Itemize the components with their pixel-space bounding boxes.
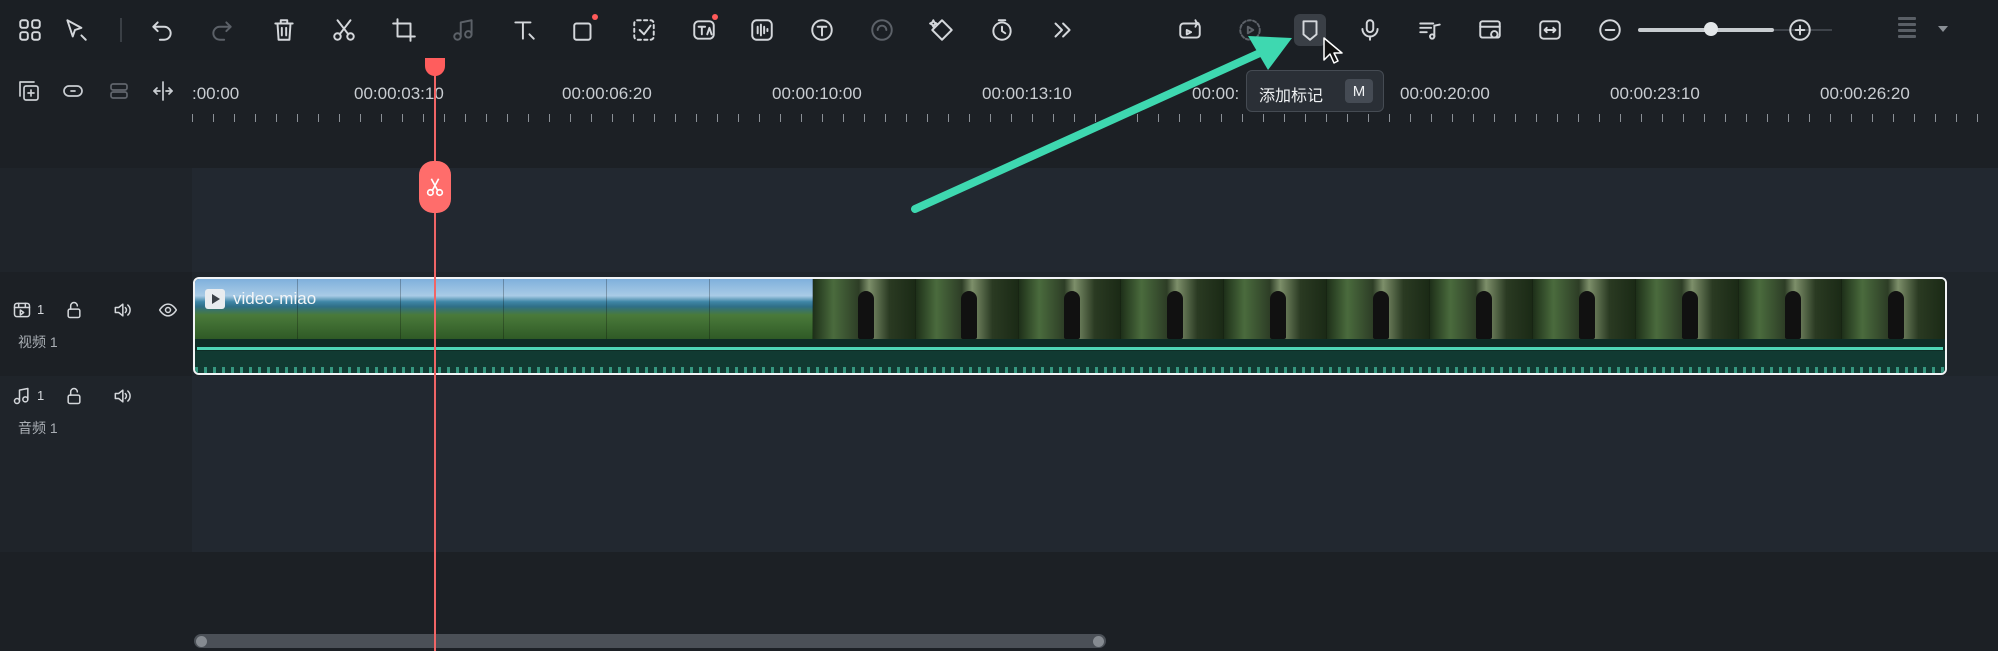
audio-mixer-icon[interactable] bbox=[1414, 14, 1446, 46]
video-track-number: 1 bbox=[37, 302, 45, 317]
grid-icon[interactable] bbox=[14, 14, 46, 46]
timer-icon[interactable] bbox=[986, 14, 1018, 46]
marker-tooltip: 添加标记 M bbox=[1246, 70, 1384, 112]
audio-wave-icon[interactable] bbox=[746, 14, 778, 46]
volume-icon[interactable] bbox=[110, 298, 134, 322]
clip-volume-line[interactable] bbox=[197, 347, 1943, 350]
audio-track-label: 音频 1 bbox=[18, 420, 58, 436]
text-convert-icon[interactable] bbox=[806, 14, 838, 46]
empty-track-header bbox=[0, 168, 192, 272]
audio-track-area[interactable] bbox=[192, 376, 1998, 552]
new-feature-dot bbox=[592, 14, 598, 20]
split-button[interactable] bbox=[419, 161, 451, 213]
eye-icon[interactable] bbox=[156, 298, 180, 322]
preview-quality-icon[interactable] bbox=[1474, 14, 1506, 46]
mouse-cursor-icon bbox=[1323, 37, 1343, 64]
snap-icon[interactable] bbox=[148, 76, 178, 106]
chevron-down-icon[interactable] bbox=[1938, 26, 1948, 32]
timecode-label: 00:00:10:00 bbox=[772, 84, 862, 103]
shape-icon[interactable] bbox=[568, 14, 600, 46]
redo-icon[interactable] bbox=[206, 14, 238, 46]
render-preview-icon[interactable] bbox=[1234, 14, 1266, 46]
layout-grip-icon[interactable] bbox=[1896, 14, 1918, 48]
scissors-icon bbox=[426, 178, 444, 197]
select-tool-icon[interactable] bbox=[60, 14, 92, 46]
timeline-toolbar bbox=[0, 0, 1998, 60]
timecode-label: 00:00:06:20 bbox=[562, 84, 652, 103]
ruler-ticks bbox=[192, 108, 1998, 122]
tooltip-label: 添加标记 bbox=[1259, 88, 1324, 105]
mask-icon[interactable] bbox=[628, 14, 660, 46]
zoom-in-icon[interactable] bbox=[1784, 14, 1816, 46]
group-icon[interactable] bbox=[104, 76, 134, 106]
cut-icon[interactable] bbox=[328, 14, 360, 46]
empty-track-area[interactable] bbox=[192, 168, 1998, 272]
more-icon[interactable] bbox=[1046, 14, 1078, 46]
scrollbar-right-handle[interactable] bbox=[1093, 636, 1104, 647]
timecode-label: :00:00 bbox=[192, 84, 240, 103]
lock-icon[interactable] bbox=[62, 298, 86, 322]
volume-icon[interactable] bbox=[110, 384, 134, 408]
scrollbar-left-handle[interactable] bbox=[196, 636, 207, 647]
ai-text-icon[interactable] bbox=[688, 14, 720, 46]
text-icon[interactable] bbox=[508, 14, 540, 46]
toolbar-divider bbox=[120, 18, 122, 42]
playhead[interactable] bbox=[434, 64, 436, 651]
music-note-icon bbox=[10, 384, 34, 408]
video-clip[interactable]: video-miao bbox=[193, 277, 1947, 375]
play-icon bbox=[205, 289, 225, 309]
delete-icon[interactable] bbox=[268, 14, 300, 46]
ai-video-icon[interactable] bbox=[1174, 14, 1206, 46]
clip-audio-waveform bbox=[195, 351, 1945, 373]
audio-track-number: 1 bbox=[37, 388, 45, 403]
clip-title: video-miao bbox=[205, 289, 316, 309]
keyframe-icon[interactable] bbox=[926, 14, 958, 46]
zoom-out-icon[interactable] bbox=[1594, 14, 1626, 46]
timecode-label: 00:00: bbox=[1192, 84, 1240, 103]
video-track-label: 视频 1 bbox=[18, 334, 58, 350]
timeline-scrollbar[interactable] bbox=[194, 634, 1106, 648]
zoom-slider-knob[interactable] bbox=[1704, 22, 1718, 36]
audio-note-icon[interactable] bbox=[448, 14, 480, 46]
lock-icon[interactable] bbox=[62, 384, 86, 408]
clip-thumbnails bbox=[195, 279, 1945, 339]
add-track-icon[interactable] bbox=[14, 76, 44, 106]
video-track-icon bbox=[10, 298, 34, 322]
tooltip-shortcut: M bbox=[1345, 79, 1373, 103]
undo-icon[interactable] bbox=[146, 14, 178, 46]
timecode-label: 00:00:20:00 bbox=[1400, 84, 1490, 103]
timecode-label: 00:00:13:10 bbox=[982, 84, 1072, 103]
link-icon[interactable] bbox=[58, 76, 88, 106]
timecode-label: 00:00:23:10 bbox=[1610, 84, 1700, 103]
marker-icon bbox=[1302, 20, 1318, 41]
timecode-label: 00:00:26:20 bbox=[1820, 84, 1910, 103]
timecode-label: 00:00:03:10 bbox=[354, 84, 444, 103]
fit-timeline-icon[interactable] bbox=[1534, 14, 1566, 46]
clip-name: video-miao bbox=[233, 289, 317, 308]
new-feature-dot bbox=[712, 14, 718, 20]
microphone-icon[interactable] bbox=[1354, 14, 1386, 46]
video-track-header bbox=[0, 272, 192, 376]
crop-icon[interactable] bbox=[388, 14, 420, 46]
speed-ramp-icon[interactable] bbox=[866, 14, 898, 46]
